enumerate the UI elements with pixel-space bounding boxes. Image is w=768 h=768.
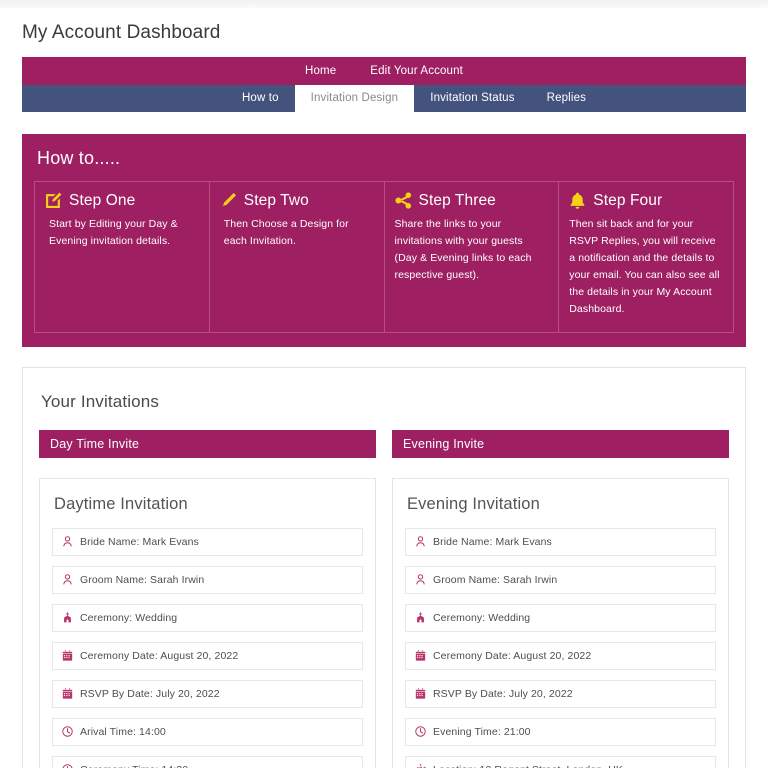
nav-edit-your-account[interactable]: Edit Your Account xyxy=(364,65,469,77)
location-icon xyxy=(415,764,426,768)
page-title: My Account Dashboard xyxy=(22,22,221,43)
step-title: Step Two xyxy=(243,191,309,209)
invitation-field-row[interactable]: Evening Time: 21:00 xyxy=(405,717,716,746)
invitation-field-text: Location: 12 Regent Street, London, UK xyxy=(433,764,623,768)
church-icon xyxy=(415,612,426,623)
daytime-invitation-box: Daytime Invitation Bride Name: Mark Evan… xyxy=(39,477,376,768)
invitation-field-text: Bride Name: Mark Evans xyxy=(433,535,552,548)
invitation-field-text: Groom Name: Sarah Irwin xyxy=(80,573,205,586)
tab-invitation-design[interactable]: Invitation Design xyxy=(294,84,415,112)
primary-navbar: Home Edit Your Account xyxy=(22,56,746,85)
page-wrapper: My Account Dashboard Home Edit Your Accou… xyxy=(0,8,768,768)
share-icon xyxy=(394,192,412,209)
day-invite-bar[interactable]: Day Time Invite xyxy=(39,429,376,458)
step-body: Then Choose a Design for each Invitation… xyxy=(223,217,349,247)
nav-home[interactable]: Home xyxy=(299,65,342,77)
invitation-field-text: Groom Name: Sarah Irwin xyxy=(433,573,558,586)
step-title: Step Four xyxy=(593,191,663,209)
invitation-field-row[interactable]: RSVP By Date: July 20, 2022 xyxy=(405,679,716,708)
invitation-field-row[interactable]: Ceremony: Wedding xyxy=(405,603,716,632)
invitation-field-text: Ceremony Date: August 20, 2022 xyxy=(80,649,239,662)
step-header-4: Step Four xyxy=(569,192,721,210)
invitation-field-row[interactable]: Ceremony Time: 14:30 xyxy=(52,755,363,768)
person-icon xyxy=(62,536,73,547)
how-to-heading: How to..... xyxy=(37,147,121,168)
edit-square-icon xyxy=(45,192,62,209)
invitation-field-row[interactable]: Arival Time: 14:00 xyxy=(52,717,363,746)
clock-icon xyxy=(415,726,426,738)
tab-invitation-status[interactable]: Invitation Status xyxy=(414,85,530,112)
evening-invitation-box: Evening Invitation Bride Name: Mark Evan… xyxy=(392,477,729,768)
invitation-field-text: RSVP By Date: July 20, 2022 xyxy=(433,687,573,700)
step-card-1: Step One Start by Editing your Day & Even… xyxy=(35,181,210,332)
person-icon xyxy=(415,536,426,547)
invitation-field-row[interactable]: Bride Name: Mark Evans xyxy=(405,527,716,556)
calendar-icon xyxy=(62,650,73,661)
evening-invite-column: Evening Invite Evening Invitation Bride … xyxy=(392,429,729,768)
calendar-icon xyxy=(62,688,73,699)
secondary-tabbar: How to Invitation Design Invitation Status… xyxy=(22,84,746,112)
invitation-field-text: Ceremony: Wedding xyxy=(433,611,531,624)
invitation-field-text: Evening Time: 21:00 xyxy=(433,725,531,738)
calendar-icon xyxy=(415,650,426,661)
invitation-field-row[interactable]: Groom Name: Sarah Irwin xyxy=(405,565,716,594)
evening-invite-bar[interactable]: Evening Invite xyxy=(392,429,729,458)
your-invitations-heading: Your Invitations xyxy=(41,391,160,411)
calendar-icon xyxy=(415,688,426,699)
steps-row: Step One Start by Editing your Day & Even… xyxy=(34,180,734,333)
clock-icon xyxy=(62,764,73,768)
step-header-3: Step Three xyxy=(394,191,547,210)
evening-invitation-title: Evening Invitation xyxy=(407,494,540,513)
invitation-field-row[interactable]: Location: 12 Regent Street, London, UK xyxy=(405,755,716,768)
invitations-columns: Day Time Invite Daytime Invitation Bride… xyxy=(39,429,729,768)
invitation-field-text: Ceremony: Wedding xyxy=(80,611,178,624)
person-icon xyxy=(62,574,73,585)
invitation-field-text: Arival Time: 14:00 xyxy=(80,725,166,738)
church-icon xyxy=(62,612,73,623)
invitation-field-row[interactable]: Ceremony Date: August 20, 2022 xyxy=(52,641,363,670)
tab-how-to[interactable]: How to xyxy=(226,85,295,112)
step-title: Step Three xyxy=(418,191,496,209)
invitation-field-row[interactable]: Bride Name: Mark Evans xyxy=(52,527,363,556)
tab-replies[interactable]: Replies xyxy=(531,85,602,112)
invitation-field-text: Bride Name: Mark Evans xyxy=(80,535,199,548)
how-to-panel: How to..... Step One Start by Editing you… xyxy=(22,133,746,347)
browser-top-strip xyxy=(0,0,768,8)
evening-field-list: Bride Name: Mark Evans Groom Name: Sarah … xyxy=(405,527,716,768)
your-invitations-card: Your Invitations Day Time Invite Daytime… xyxy=(22,366,746,768)
step-body: Share the links to your invitations with… xyxy=(394,217,532,281)
step-card-2: Step Two Then Choose a Design for each In… xyxy=(210,181,385,332)
step-header-2: Step Two xyxy=(220,192,372,210)
clock-icon xyxy=(62,726,73,738)
invitation-field-row[interactable]: RSVP By Date: July 20, 2022 xyxy=(52,679,363,708)
step-card-3: Step Three Share the links to your invita… xyxy=(385,181,560,332)
invitation-field-row[interactable]: Ceremony: Wedding xyxy=(52,603,363,632)
daytime-invitation-title: Daytime Invitation xyxy=(54,494,188,513)
person-icon xyxy=(415,574,426,585)
invitation-field-text: RSVP By Date: July 20, 2022 xyxy=(80,687,220,700)
step-body: Then sit back and for your RSVP Replies,… xyxy=(569,217,720,315)
invitation-field-row[interactable]: Groom Name: Sarah Irwin xyxy=(52,565,363,594)
step-body: Start by Editing your Day & Evening invi… xyxy=(49,217,178,247)
pencil-icon xyxy=(220,192,237,209)
step-header-1: Step One xyxy=(45,192,197,210)
step-title: Step One xyxy=(69,191,136,209)
step-card-4: Step Four Then sit back and for your RSVP… xyxy=(559,182,733,332)
invitation-field-row[interactable]: Ceremony Date: August 20, 2022 xyxy=(405,641,716,670)
daytime-field-list: Bride Name: Mark Evans Groom Name: Sarah … xyxy=(52,527,363,768)
invitation-field-text: Ceremony Date: August 20, 2022 xyxy=(433,649,592,662)
day-invite-column: Day Time Invite Daytime Invitation Bride… xyxy=(39,429,376,768)
invitation-field-text: Ceremony Time: 14:30 xyxy=(80,764,188,768)
bell-icon xyxy=(569,192,586,210)
